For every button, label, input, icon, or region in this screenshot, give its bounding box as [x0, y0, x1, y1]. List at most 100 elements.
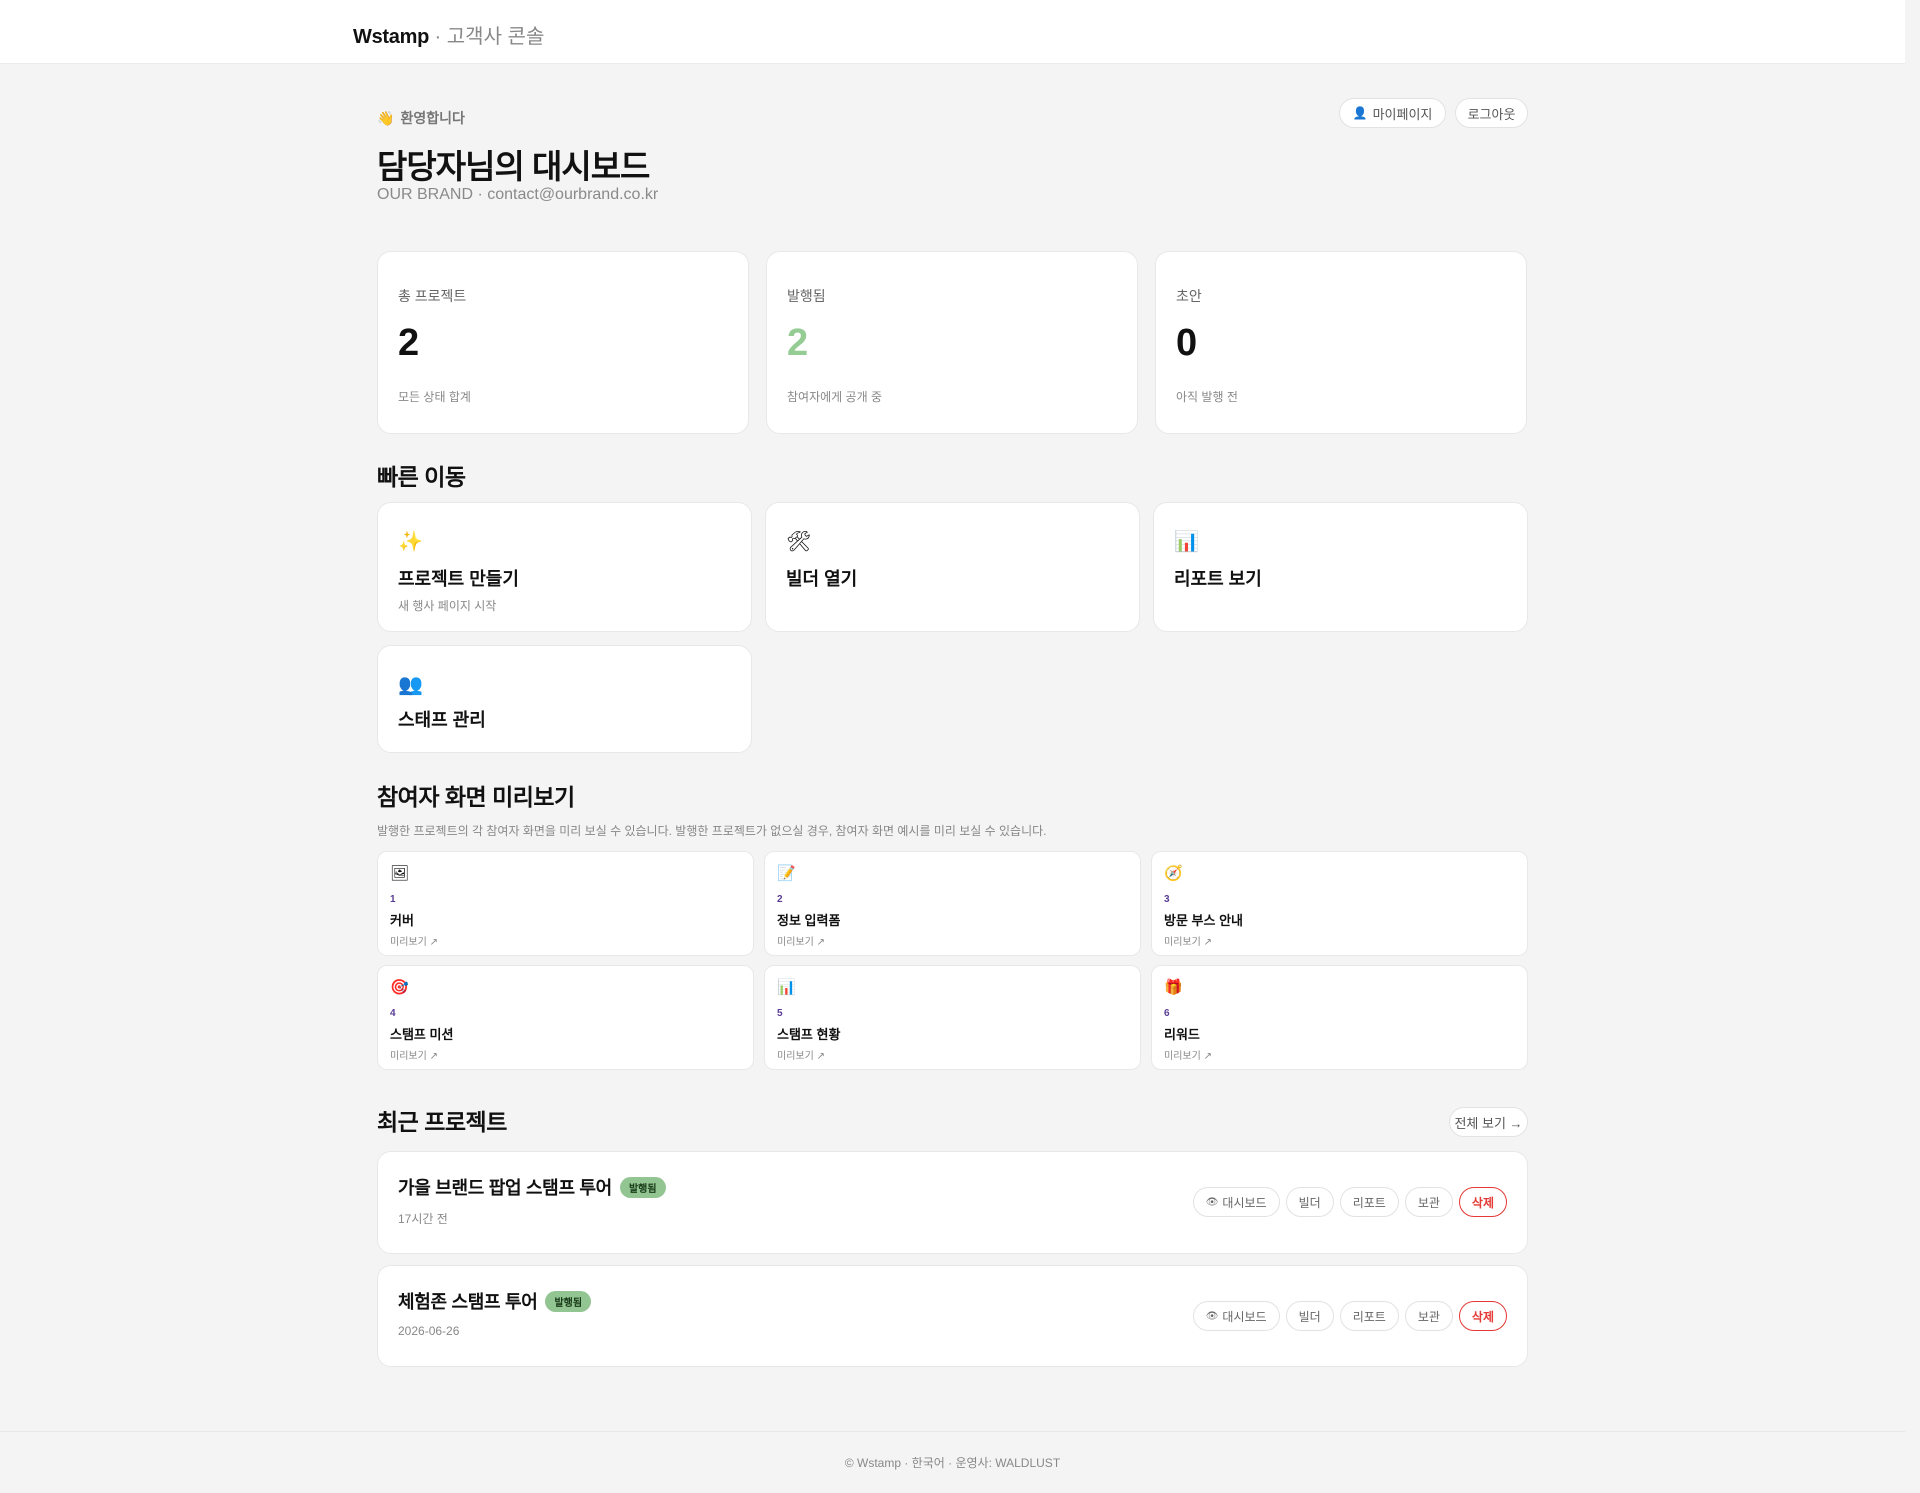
eye-icon: 👁: [1205, 1310, 1219, 1322]
target-icon: 🎯: [390, 979, 409, 996]
builder-button[interactable]: 빌더: [1285, 1301, 1334, 1331]
preview-number: 3: [1164, 894, 1170, 905]
user-icon: 👤: [1352, 106, 1368, 120]
stat-label: 발행됨: [787, 288, 826, 304]
brand-logo[interactable]: Wstamp: [353, 26, 429, 48]
preview-label: 방문 부스 안내: [1164, 913, 1243, 928]
status-badge: 발행됨: [545, 1290, 592, 1312]
preview-link[interactable]: 미리보기 ↗: [1164, 933, 1212, 948]
project-date: 2026-06-26: [398, 1324, 460, 1338]
project-date: 17시간 전: [398, 1212, 448, 1226]
preview-number: 5: [777, 1008, 783, 1019]
stat-label: 총 프로젝트: [398, 288, 467, 304]
preview-link[interactable]: 미리보기 ↗: [777, 1047, 825, 1062]
project-title[interactable]: 가을 브랜드 팝업 스탬프 투어 발행됨: [398, 1174, 666, 1200]
archive-button[interactable]: 보관: [1404, 1301, 1453, 1331]
picture-icon: 🖼: [390, 865, 410, 882]
quick-label: 리포트 보기: [1174, 569, 1262, 589]
preview-card-stamp-status[interactable]: 📊 5 스탬프 현황 미리보기 ↗: [764, 965, 1141, 1070]
preview-heading: 참여자 화면 미리보기: [377, 784, 575, 810]
preview-card-cover[interactable]: 🖼 1 커버 미리보기 ↗: [377, 851, 754, 956]
preview-number: 6: [1164, 1008, 1170, 1019]
archive-button[interactable]: 보관: [1404, 1187, 1453, 1217]
preview-number: 4: [390, 1008, 396, 1019]
dashboard-button[interactable]: 👁 대시보드: [1192, 1187, 1280, 1217]
mypage-label: 마이페이지: [1372, 106, 1433, 122]
brand-subtitle: 고객사 콘솔: [446, 26, 545, 48]
brand-separator: ·: [434, 26, 442, 48]
stat-card-draft: 초안 0 아직 발행 전: [1155, 251, 1527, 434]
view-all-button[interactable]: 전체 보기 →: [1449, 1107, 1528, 1137]
bar-chart-icon: 📊: [1174, 531, 1199, 553]
preview-link[interactable]: 미리보기 ↗: [390, 933, 438, 948]
preview-card-info-form[interactable]: 📝 2 정보 입력폼 미리보기 ↗: [764, 851, 1141, 956]
preview-number: 1: [390, 894, 396, 905]
brand[interactable]: Wstamp · 고객사 콘솔: [353, 20, 544, 49]
eye-icon: 👁: [1205, 1196, 1219, 1208]
users-icon: 👥: [398, 674, 423, 696]
quick-sub: 새 행사 페이지 시작: [398, 599, 497, 613]
project-actions: 👁 대시보드 빌더 리포트 보관 삭제: [1192, 1187, 1507, 1217]
project-row: 체험존 스탬프 투어 발행됨 2026-06-26 👁 대시보드 빌더 리포트 보…: [377, 1265, 1528, 1367]
preview-card-booth-guide[interactable]: 🧭 3 방문 부스 안내 미리보기 ↗: [1151, 851, 1528, 956]
stat-card-published: 발행됨 2 참여자에게 공개 중: [766, 251, 1138, 434]
stat-note: 모든 상태 합계: [398, 390, 471, 404]
recent-projects-heading: 최근 프로젝트: [377, 1109, 507, 1135]
preview-label: 스탬프 현황: [777, 1027, 841, 1042]
report-button[interactable]: 리포트: [1339, 1301, 1399, 1331]
preview-number: 2: [777, 894, 783, 905]
account-info: OUR BRAND · contact@ourbrand.co.kr: [377, 186, 659, 203]
quick-open-builder[interactable]: 🛠 빌더 열기: [765, 502, 1140, 632]
stat-card-total: 총 프로젝트 2 모든 상태 합계: [377, 251, 749, 434]
welcome-line: 👋 환영합니다: [377, 108, 465, 128]
quick-label: 프로젝트 만들기: [398, 569, 519, 589]
stat-value: 0: [1176, 322, 1198, 364]
preview-link[interactable]: 미리보기 ↗: [1164, 1047, 1212, 1062]
quick-view-report[interactable]: 📊 리포트 보기: [1153, 502, 1528, 632]
top-bar: Wstamp · 고객사 콘솔: [0, 0, 1905, 64]
project-row: 가을 브랜드 팝업 스탬프 투어 발행됨 17시간 전 👁 대시보드 빌더 리포트…: [377, 1151, 1528, 1254]
quick-label: 스태프 관리: [398, 710, 486, 730]
dashboard-label: 대시보드: [1222, 1195, 1267, 1210]
bar-chart-icon: 📊: [777, 979, 796, 996]
logout-button[interactable]: 로그아웃: [1455, 98, 1528, 128]
status-badge: 발행됨: [619, 1176, 666, 1198]
scrollbar[interactable]: [1905, 0, 1920, 1493]
preview-label: 리워드: [1164, 1027, 1200, 1042]
builder-button[interactable]: 빌더: [1285, 1187, 1334, 1217]
compass-icon: 🧭: [1164, 865, 1183, 882]
sparkles-icon: ✨: [398, 531, 423, 553]
welcome-text: 환영합니다: [400, 110, 465, 126]
quick-create-project[interactable]: ✨ 프로젝트 만들기 새 행사 페이지 시작: [377, 502, 752, 632]
gift-icon: 🎁: [1164, 979, 1183, 996]
delete-button[interactable]: 삭제: [1458, 1301, 1507, 1331]
footer: © Wstamp · 한국어 · 운영사: WALDLUST: [0, 1431, 1905, 1493]
preview-label: 스탬프 미션: [390, 1027, 454, 1042]
preview-link[interactable]: 미리보기 ↗: [777, 933, 825, 948]
mypage-button[interactable]: 👤 마이페이지: [1339, 98, 1446, 128]
quick-nav-heading: 빠른 이동: [377, 464, 466, 490]
project-actions: 👁 대시보드 빌더 리포트 보관 삭제: [1192, 1301, 1507, 1331]
report-button[interactable]: 리포트: [1339, 1187, 1399, 1217]
page-title: 담당자님의 대시보드: [377, 148, 650, 185]
delete-button[interactable]: 삭제: [1458, 1187, 1507, 1217]
preview-label: 커버: [390, 913, 414, 928]
preview-link[interactable]: 미리보기 ↗: [390, 1047, 438, 1062]
dashboard-button[interactable]: 👁 대시보드: [1192, 1301, 1280, 1331]
stat-value: 2: [398, 322, 420, 364]
quick-label: 빌더 열기: [786, 569, 858, 589]
footer-text: © Wstamp · 한국어 · 운영사: WALDLUST: [844, 1456, 1061, 1470]
stat-value: 2: [787, 322, 809, 364]
quick-manage-staff[interactable]: 👥 스태프 관리: [377, 645, 752, 753]
stat-label: 초안: [1176, 288, 1202, 304]
project-name[interactable]: 가을 브랜드 팝업 스탬프 투어: [398, 1174, 612, 1200]
project-title[interactable]: 체험존 스탬프 투어 발행됨: [398, 1288, 592, 1314]
wave-icon: 👋: [377, 110, 395, 126]
project-name[interactable]: 체험존 스탬프 투어: [398, 1288, 538, 1314]
memo-icon: 📝: [777, 865, 796, 882]
preview-card-reward[interactable]: 🎁 6 리워드 미리보기 ↗: [1151, 965, 1528, 1070]
stat-note: 아직 발행 전: [1176, 390, 1238, 404]
preview-card-stamp-mission[interactable]: 🎯 4 스탬프 미션 미리보기 ↗: [377, 965, 754, 1070]
dashboard-label: 대시보드: [1222, 1309, 1267, 1324]
preview-description: 발행한 프로젝트의 각 참여자 화면을 미리 보실 수 있습니다. 발행한 프로…: [377, 824, 1047, 838]
